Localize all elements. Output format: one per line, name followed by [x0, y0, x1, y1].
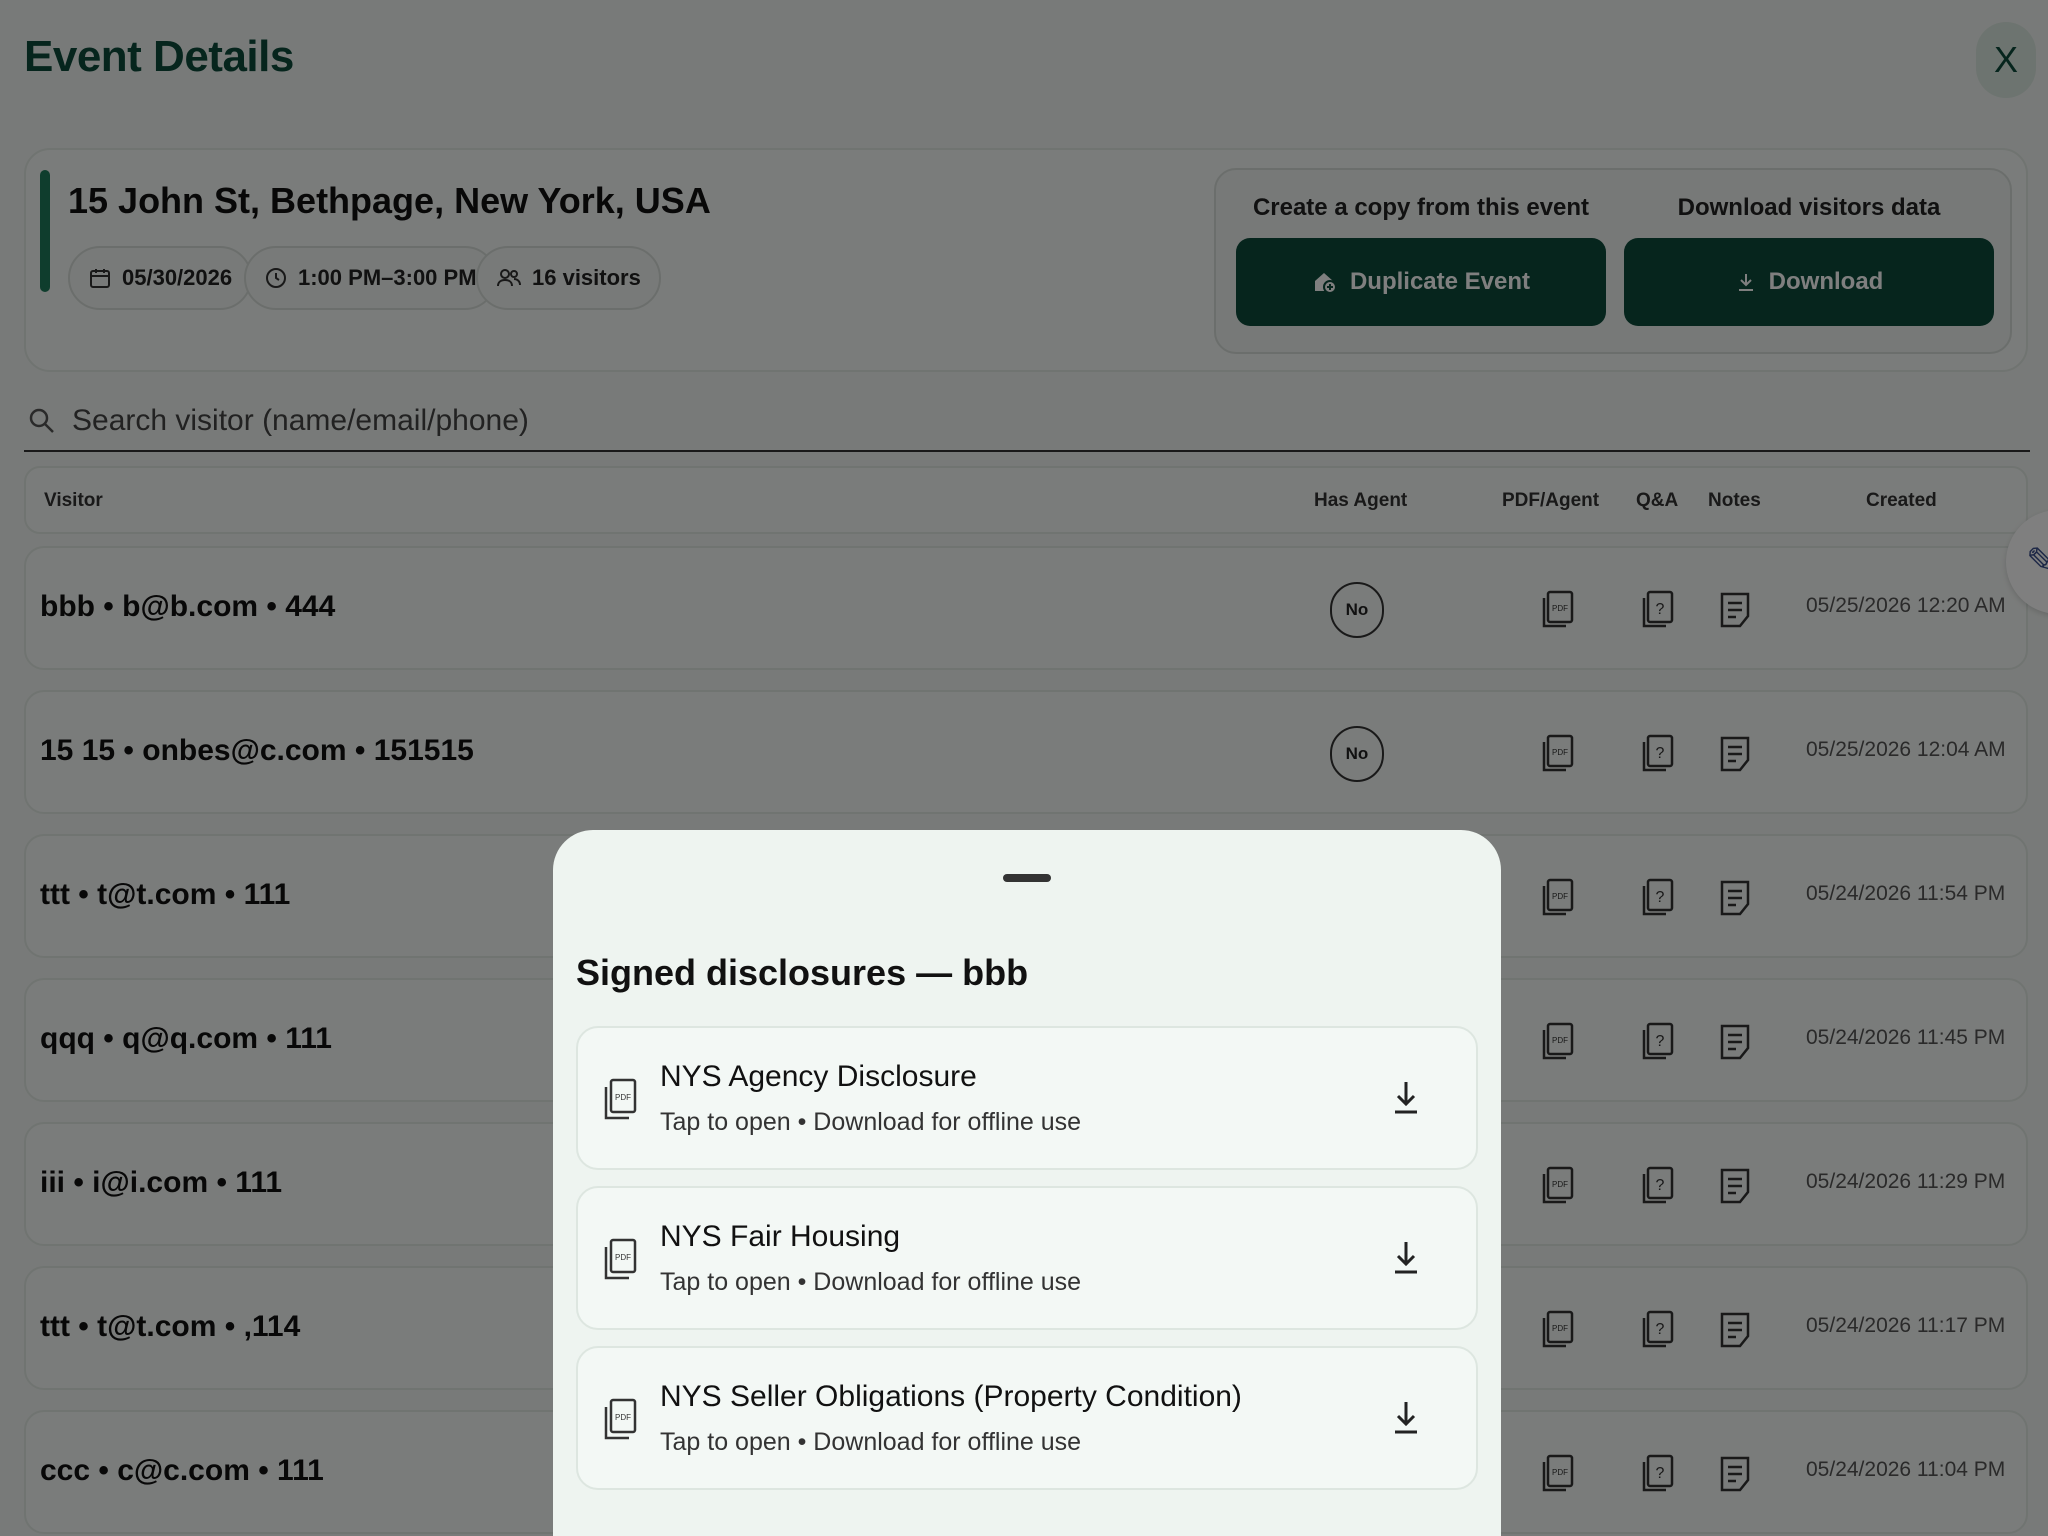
- pdf-icon: PDF: [604, 1238, 637, 1280]
- disclosure-name: NYS Seller Obligations (Property Conditi…: [660, 1380, 1242, 1413]
- download-icon[interactable]: [1390, 1078, 1422, 1118]
- sheet-drag-handle[interactable]: [1003, 874, 1051, 882]
- disclosure-name: NYS Fair Housing: [660, 1220, 901, 1253]
- pdf-icon: PDF: [604, 1078, 637, 1120]
- event-details-page: Event Details X 15 John St, Bethpage, Ne…: [0, 0, 2048, 1536]
- sheet-title: Signed disclosures — bbb: [576, 952, 1029, 993]
- download-icon[interactable]: [1390, 1398, 1422, 1438]
- disclosure-subtitle: Tap to open • Download for offline use: [660, 1428, 1082, 1456]
- disclosure-subtitle: Tap to open • Download for offline use: [660, 1108, 1082, 1136]
- disclosure-item[interactable]: PDF NYS Seller Obligations (Property Con…: [576, 1346, 1478, 1490]
- svg-text:PDF: PDF: [615, 1253, 631, 1262]
- disclosure-item[interactable]: PDF NYS Agency Disclosure Tap to open • …: [576, 1026, 1478, 1170]
- disclosure-subtitle: Tap to open • Download for offline use: [660, 1268, 1082, 1296]
- disclosure-name: NYS Agency Disclosure: [660, 1060, 977, 1093]
- pdf-icon: PDF: [604, 1398, 637, 1440]
- signed-disclosures-sheet: Signed disclosures — bbb PDF NYS Agency …: [553, 830, 1501, 1536]
- svg-text:PDF: PDF: [615, 1093, 631, 1102]
- svg-text:PDF: PDF: [615, 1413, 631, 1422]
- disclosure-item[interactable]: PDF NYS Fair Housing Tap to open • Downl…: [576, 1186, 1478, 1330]
- download-icon[interactable]: [1390, 1238, 1422, 1278]
